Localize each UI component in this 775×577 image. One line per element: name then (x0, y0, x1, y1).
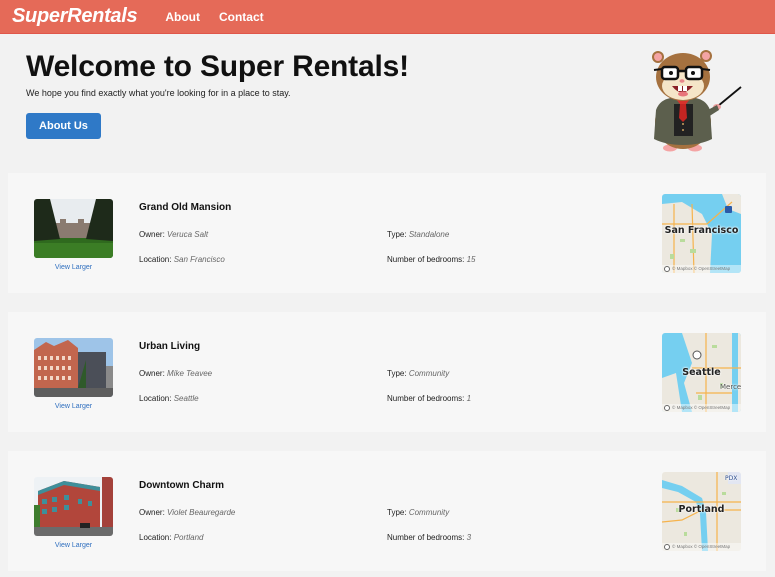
mapbox-logo-icon (664, 544, 670, 550)
mapbox-logo-icon (664, 405, 670, 411)
rental-map[interactable]: Portland PDX © Mapbox © OpenStreetMap (662, 472, 741, 551)
type-label: Type: (387, 369, 407, 378)
rental-type: Type: Standalone (387, 230, 449, 239)
map-city-label: Portland (678, 504, 725, 515)
location-label: Location: (139, 394, 172, 403)
rental-photo[interactable] (34, 338, 113, 397)
brand-logo-link[interactable]: SuperRentals (12, 5, 138, 28)
about-us-button[interactable]: About Us (26, 113, 101, 139)
location-value: San Francisco (173, 255, 225, 264)
type-label: Type: (387, 508, 407, 517)
rental-type: Type: Community (387, 508, 449, 517)
bedrooms-label: Number of bedrooms: (387, 394, 465, 403)
rental-owner: Owner: Mike Teavee (139, 369, 212, 378)
rental-card: View Larger Grand Old Mansion Owner: Ver… (8, 173, 766, 293)
rental-title: Downtown Charm (139, 480, 224, 491)
type-value: Community (408, 369, 450, 378)
view-larger-link[interactable]: View Larger (34, 542, 113, 549)
page-title: Welcome to Super Rentals! (26, 50, 409, 83)
owner-label: Owner: (139, 508, 165, 517)
rental-card: View Larger Urban Living Owner: Mike Tea… (8, 312, 766, 432)
rental-owner: Owner: Violet Beauregarde (139, 508, 235, 517)
nav-link-about[interactable]: About (165, 10, 200, 24)
rental-photo[interactable] (34, 199, 113, 258)
rental-bedrooms: Number of bedrooms: 3 (387, 533, 471, 542)
mansion-photo-icon (34, 199, 113, 258)
type-value: Community (408, 508, 450, 517)
map-attribution[interactable]: © Mapbox © OpenStreetMap (662, 543, 741, 551)
rental-type: Type: Community (387, 369, 449, 378)
top-nav: SuperRentals About Contact (0, 0, 775, 34)
type-label: Type: (387, 230, 407, 239)
location-value: Portland (173, 533, 204, 542)
view-larger-link[interactable]: View Larger (34, 264, 113, 271)
rental-map[interactable]: San Francisco © Mapbox © OpenStreetMap (662, 194, 741, 273)
rental-title: Grand Old Mansion (139, 202, 232, 213)
bedrooms-value: 3 (466, 533, 472, 542)
owner-value: Violet Beauregarde (167, 508, 236, 517)
rental-photo[interactable] (34, 477, 113, 536)
page-subtitle: We hope you find exactly what you're loo… (26, 88, 291, 98)
rental-bedrooms: Number of bedrooms: 15 (387, 255, 476, 264)
mapbox-logo-icon (664, 266, 670, 272)
owner-value: Mike Teavee (167, 369, 213, 378)
bedrooms-value: 1 (466, 394, 472, 403)
rental-title: Urban Living (139, 341, 201, 352)
downtown-building-photo-icon (34, 477, 113, 536)
rental-map[interactable]: Seattle Mercer © Mapbox © OpenStreetMap (662, 333, 741, 412)
location-value: Seattle (173, 394, 199, 403)
rental-owner: Owner: Veruca Salt (139, 230, 208, 239)
owner-label: Owner: (139, 230, 165, 239)
hamster-mascot-icon (652, 50, 742, 152)
rental-card: View Larger Downtown Charm Owner: Violet… (8, 451, 766, 571)
jumbotron: Welcome to Super Rentals! We hope you fi… (0, 34, 775, 164)
location-label: Location: (139, 533, 172, 542)
rental-location: Location: Seattle (139, 394, 199, 403)
map-airport-label: PDX (725, 475, 738, 482)
map-area-label: Mercer (720, 383, 741, 391)
owner-label: Owner: (139, 369, 165, 378)
map-city-label: Seattle (682, 367, 721, 378)
type-value: Standalone (408, 230, 450, 239)
owner-value: Veruca Salt (167, 230, 209, 239)
nav-link-contact[interactable]: Contact (219, 10, 264, 24)
view-larger-link[interactable]: View Larger (34, 403, 113, 410)
rental-bedrooms: Number of bedrooms: 1 (387, 394, 471, 403)
bedrooms-value: 15 (466, 255, 476, 264)
map-attribution[interactable]: © Mapbox © OpenStreetMap (662, 265, 741, 273)
location-label: Location: (139, 255, 172, 264)
map-city-label: San Francisco (664, 225, 739, 236)
bedrooms-label: Number of bedrooms: (387, 533, 465, 542)
rental-location: Location: Portland (139, 533, 204, 542)
map-attribution[interactable]: © Mapbox © OpenStreetMap (662, 404, 741, 412)
rental-location: Location: San Francisco (139, 255, 225, 264)
urban-building-photo-icon (34, 338, 113, 397)
bedrooms-label: Number of bedrooms: (387, 255, 465, 264)
